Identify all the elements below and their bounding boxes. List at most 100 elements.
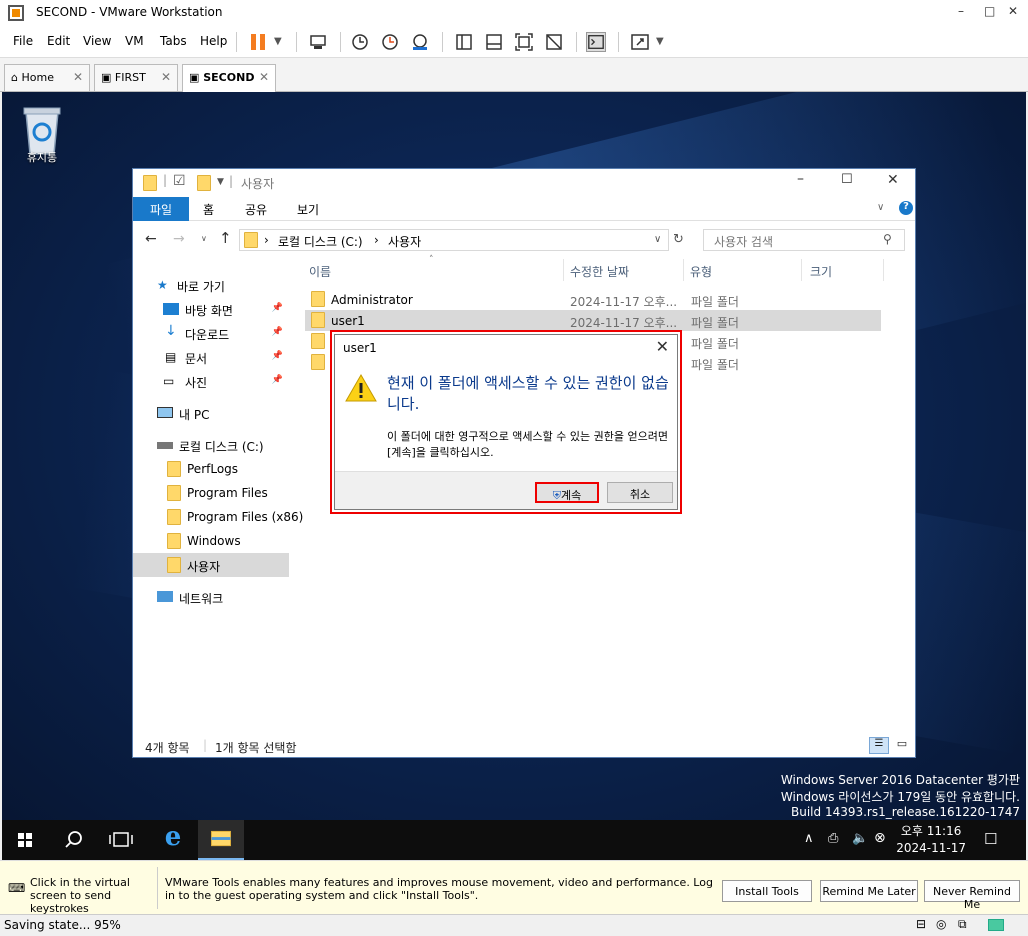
menu-tabs[interactable]: Tabs — [160, 34, 187, 48]
menu-view[interactable]: View — [83, 34, 111, 48]
minimize-button[interactable]: – — [797, 171, 804, 187]
nav-program-files[interactable]: Program Files — [133, 481, 289, 505]
details-view-icon[interactable]: ☰ — [869, 737, 889, 754]
nav-users[interactable]: 사용자 — [133, 553, 289, 577]
nav-quick-access[interactable]: ★ 바로 가기 — [133, 273, 289, 297]
close-tab-icon[interactable]: ✕ — [73, 70, 83, 84]
clock[interactable]: 오후 11:16 2024-11-17 — [896, 823, 966, 857]
search-input[interactable]: 사용자 검색 — [703, 229, 905, 251]
menu-help[interactable]: Help — [200, 34, 227, 48]
error-icon[interactable]: ⊗ — [874, 830, 886, 846]
hard-disk-icon[interactable]: ⊟ — [916, 917, 926, 931]
folder-icon — [311, 354, 325, 370]
table-row[interactable]: Administrator 2024-11-17 오후... 파일 폴더 — [305, 289, 881, 310]
network-status-icon[interactable]: ⎙ — [828, 831, 838, 846]
maximize-button[interactable]: □ — [984, 4, 995, 18]
table-row[interactable]: user1 2024-11-17 오후... 파일 폴더 — [305, 310, 881, 331]
tab-first[interactable]: ▣ FIRST ✕ — [94, 64, 178, 91]
network-adapter-icon[interactable]: ⧉ — [958, 917, 967, 932]
file-explorer-icon[interactable] — [198, 820, 244, 860]
ribbon-tab-home[interactable]: 홈 — [203, 197, 214, 221]
breadcrumb-users[interactable]: 사용자 — [388, 233, 421, 250]
sidebar-icon[interactable] — [454, 32, 474, 52]
nav-downloads[interactable]: ↓ 다운로드 📌 — [133, 321, 289, 345]
pin-icon[interactable]: 📌 — [272, 327, 283, 337]
console-view-icon[interactable] — [586, 32, 606, 52]
help-icon[interactable]: ? — [899, 201, 913, 215]
nav-documents[interactable]: ▤ 문서 📌 — [133, 345, 289, 369]
tab-home-label: Home — [21, 71, 54, 84]
notifications-icon[interactable]: ☐ — [984, 830, 997, 848]
nav-perflogs[interactable]: PerfLogs — [133, 457, 289, 481]
ribbon-tab-file[interactable]: 파일 — [133, 197, 189, 221]
nav-program-files-x86[interactable]: Program Files (x86) — [133, 505, 303, 529]
remind-later-button[interactable]: Remind Me Later — [820, 880, 918, 902]
nav-windows[interactable]: Windows — [133, 529, 289, 553]
new-folder-icon[interactable] — [197, 175, 211, 191]
task-view-icon[interactable] — [98, 820, 144, 860]
column-header-size[interactable]: 크기 — [810, 263, 832, 280]
large-icons-view-icon[interactable]: ▭ — [893, 737, 911, 754]
dialog-close-icon[interactable]: ✕ — [656, 337, 669, 356]
breadcrumb-localdisk[interactable]: 로컬 디스크 (C:) — [278, 233, 363, 250]
column-header-type[interactable]: 유형 — [690, 263, 712, 280]
install-tools-button[interactable]: Install Tools — [722, 880, 812, 902]
column-header-name[interactable]: 이름 — [309, 263, 331, 280]
minimize-button[interactable]: – — [958, 4, 964, 18]
thumbnail-bar-icon[interactable] — [484, 32, 504, 52]
recent-locations-icon[interactable]: ∨ — [201, 234, 207, 243]
cancel-button[interactable]: 취소 — [607, 482, 673, 503]
maximize-button[interactable]: ☐ — [841, 172, 853, 187]
status-bar: 4개 항목 | 1개 항목 선택함 ☰ ▭ — [133, 735, 915, 757]
tab-second[interactable]: ▣ SECOND ✕ — [182, 64, 276, 92]
continue-button[interactable]: ⛨계속 — [535, 482, 599, 503]
nav-this-pc[interactable]: 내 PC — [133, 401, 289, 425]
nav-network[interactable]: 네트워크 — [133, 585, 289, 609]
chevron-down-icon[interactable]: ▼ — [656, 36, 676, 56]
cd-drive-icon[interactable]: ◎ — [936, 917, 946, 931]
ribbon-tab-share[interactable]: 공유 — [245, 197, 267, 221]
nav-local-disk[interactable]: 로컬 디스크 (C:) — [133, 433, 289, 457]
column-header-date[interactable]: 수정한 날짜 — [570, 263, 629, 280]
close-button[interactable]: ✕ — [887, 172, 899, 188]
up-arrow-icon[interactable]: ↑ — [219, 229, 232, 247]
address-bar[interactable]: › 로컬 디스크 (C:) › 사용자 ∨ — [239, 229, 669, 251]
close-tab-icon[interactable]: ✕ — [161, 70, 171, 84]
chevron-down-icon[interactable]: ∨ — [654, 234, 661, 245]
search-icon[interactable] — [50, 820, 96, 860]
access-denied-dialog: user1 ✕ 현재 이 폴더에 액세스할 수 있는 권한이 없습니다. 이 폴… — [330, 330, 682, 514]
volume-muted-icon[interactable]: 🔈 — [852, 831, 868, 846]
back-arrow-icon[interactable]: ← — [145, 231, 157, 247]
menu-file[interactable]: File — [13, 34, 33, 48]
start-icon[interactable] — [2, 820, 48, 860]
snapshot-manager-icon[interactable] — [410, 32, 430, 52]
stretch-icon[interactable] — [630, 32, 650, 52]
forward-arrow-icon[interactable]: → — [173, 231, 185, 247]
menu-edit[interactable]: Edit — [47, 34, 70, 48]
show-hidden-icons-icon[interactable]: ∧ — [804, 831, 814, 846]
nav-pictures[interactable]: ▭ 사진 📌 — [133, 369, 289, 393]
pause-icon[interactable] — [248, 32, 268, 52]
close-tab-icon[interactable]: ✕ — [259, 70, 269, 84]
nav-desktop[interactable]: 바탕 화면 📌 — [133, 297, 289, 321]
internet-explorer-icon[interactable]: e — [150, 820, 196, 860]
snapshot-icon[interactable] — [350, 32, 370, 52]
expand-ribbon-icon[interactable]: ∨ — [877, 202, 884, 213]
properties-icon[interactable]: ☑ — [173, 173, 186, 189]
display-icon[interactable] — [988, 919, 1004, 931]
chevron-down-icon[interactable]: ▼ — [217, 177, 224, 187]
pin-icon[interactable]: 📌 — [272, 303, 283, 313]
refresh-icon[interactable]: ↻ — [673, 232, 684, 247]
chevron-down-icon[interactable]: ▼ — [274, 36, 294, 56]
send-keys-icon[interactable] — [308, 32, 328, 52]
close-button[interactable]: ✕ — [1008, 4, 1018, 18]
never-remind-button[interactable]: Never Remind Me — [924, 880, 1020, 911]
ribbon-tab-view[interactable]: 보기 — [297, 197, 319, 221]
tab-home[interactable]: ⌂ Home ✕ — [4, 64, 90, 91]
menu-vm[interactable]: VM — [125, 34, 144, 48]
unity-icon[interactable] — [544, 32, 564, 52]
pin-icon[interactable]: 📌 — [272, 375, 283, 385]
full-screen-icon[interactable] — [514, 32, 534, 52]
pin-icon[interactable]: 📌 — [272, 351, 283, 361]
revert-snapshot-icon[interactable] — [380, 32, 400, 52]
